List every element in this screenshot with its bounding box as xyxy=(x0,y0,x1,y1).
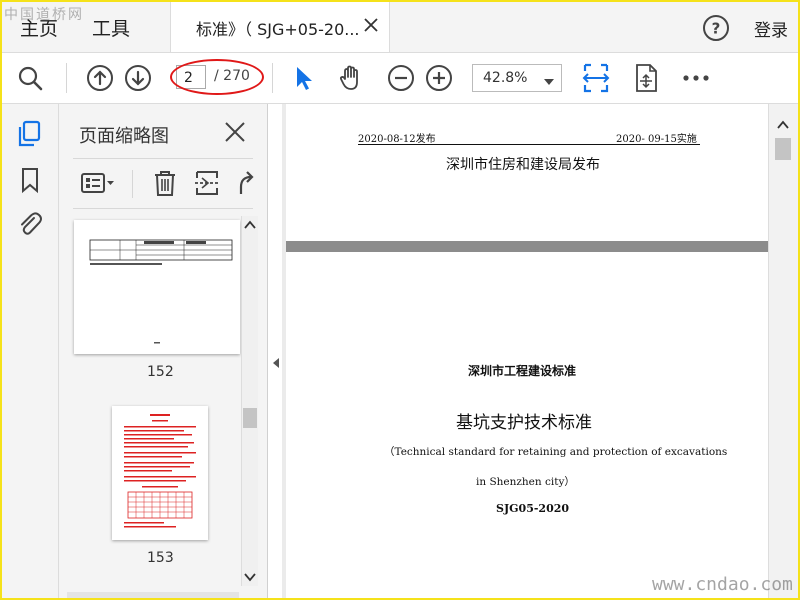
english-title-line2: in Shenzhen city） xyxy=(476,476,575,488)
panel-title: 页面缩略图 xyxy=(79,126,169,147)
hand-tool-icon[interactable] xyxy=(335,62,367,94)
select-cursor-icon[interactable] xyxy=(287,62,319,94)
login-button[interactable]: 登录 xyxy=(754,16,788,41)
top-bar: 中国道桥网 主页 工具 标准》（ SJG+05-20... ? 登录 xyxy=(2,2,798,53)
watermark-bottom: www.cndao.com xyxy=(652,574,793,595)
page-thumbnails-icon[interactable] xyxy=(16,120,44,148)
toolbar-divider xyxy=(66,63,67,93)
english-title-line1: （Technical standard for retaining and pr… xyxy=(384,446,728,458)
zoom-in-icon[interactable] xyxy=(423,62,455,94)
rotate-icon[interactable] xyxy=(233,168,263,198)
standard-title: 基坑支护技术标准 xyxy=(456,413,592,433)
collapse-panel-icon[interactable] xyxy=(272,354,280,373)
thumbnail-page-number: 152 xyxy=(147,364,174,380)
previous-page-icon[interactable] xyxy=(84,62,116,94)
panel-divider xyxy=(73,208,253,209)
search-icon[interactable] xyxy=(14,62,46,94)
document-page: 深圳市工程建设标准 基坑支护技术标准 （Technical standard f… xyxy=(286,252,768,598)
toolbar: 2 / 270 42.8% xyxy=(2,53,798,104)
page-gap xyxy=(286,241,768,252)
fit-width-icon[interactable] xyxy=(580,62,612,94)
document-scrollbar[interactable] xyxy=(768,104,798,598)
publisher: 深圳市住房和建设局发布 xyxy=(446,157,600,173)
navigation-rail xyxy=(2,104,59,598)
document-tab-title: 标准》（ SJG+05-20... xyxy=(196,20,360,39)
effective-date: 2020- 09-15实施 xyxy=(616,134,697,145)
publish-date: 2020-08-12发布 xyxy=(358,134,436,145)
split-page-icon[interactable] xyxy=(193,168,223,198)
thumbnail-list: 152 153 xyxy=(59,216,267,598)
scroll-up-icon[interactable] xyxy=(777,120,789,130)
thumbnail-options-icon[interactable] xyxy=(79,168,114,198)
panel-divider xyxy=(73,158,253,159)
menu-home[interactable]: 主页 xyxy=(20,14,58,41)
delete-icon[interactable] xyxy=(151,168,181,198)
thumbnail-horizontal-scrollbar[interactable] xyxy=(67,592,239,598)
svg-text:?: ? xyxy=(712,20,721,38)
panel-tool-divider xyxy=(132,170,133,198)
more-options-icon[interactable] xyxy=(680,62,712,94)
thumbnail-page-number: 153 xyxy=(147,550,174,566)
page-thumbnail[interactable] xyxy=(112,406,208,540)
thumbnail-scrollbar[interactable] xyxy=(241,216,258,586)
rotate-view-icon[interactable] xyxy=(630,62,662,94)
bookmark-icon[interactable] xyxy=(16,166,44,194)
standard-series: 深圳市工程建设标准 xyxy=(468,364,577,378)
thumbnails-panel: 页面缩略图 152 153 xyxy=(59,104,268,598)
menu-tools[interactable]: 工具 xyxy=(92,14,130,41)
document-page: 2020-08-12发布 2020- 09-15实施 深圳市住房和建设局发布 xyxy=(286,104,768,241)
zoom-out-icon[interactable] xyxy=(385,62,417,94)
standard-code: SJG05-2020 xyxy=(496,502,570,515)
scrollbar-thumb[interactable] xyxy=(775,138,791,160)
close-icon[interactable] xyxy=(223,120,247,148)
highlight-annotation xyxy=(170,59,264,95)
help-icon[interactable]: ? xyxy=(702,14,730,46)
scroll-down-icon[interactable] xyxy=(244,572,256,582)
tab-close-icon[interactable] xyxy=(361,14,381,36)
document-view: 2020-08-12发布 2020- 09-15实施 深圳市住房和建设局发布 深… xyxy=(282,104,768,598)
header-rule xyxy=(358,144,700,145)
app-window: 中国道桥网 主页 工具 标准》（ SJG+05-20... ? 登录 2 / 2… xyxy=(0,0,800,600)
document-tab[interactable]: 标准》（ SJG+05-20... xyxy=(170,2,390,52)
scroll-up-icon[interactable] xyxy=(244,220,256,230)
attachment-icon[interactable] xyxy=(16,210,44,238)
toolbar-divider xyxy=(272,63,273,93)
next-page-icon[interactable] xyxy=(122,62,154,94)
page-thumbnail[interactable] xyxy=(74,220,240,354)
chevron-down-icon[interactable] xyxy=(544,71,554,90)
scrollbar-thumb[interactable] xyxy=(243,408,257,428)
